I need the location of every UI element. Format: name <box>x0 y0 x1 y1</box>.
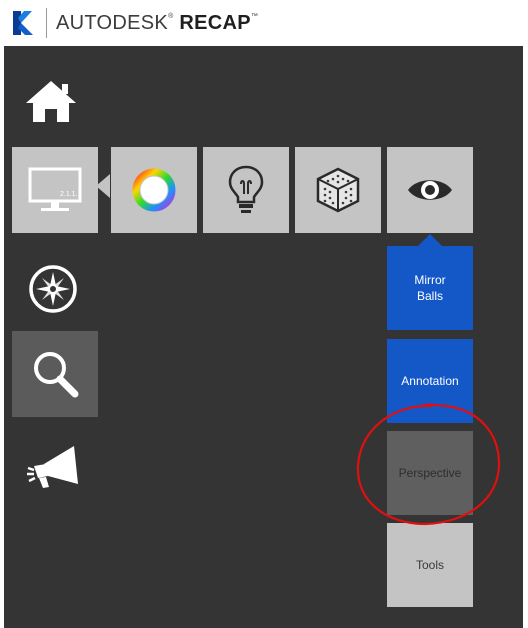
home-icon <box>26 81 76 122</box>
compass-icon <box>29 265 77 313</box>
lighting-button[interactable] <box>203 147 289 233</box>
title-separator <box>46 8 47 38</box>
monitor-icon: 2.1.1.1 <box>28 167 82 211</box>
menu-item-label: Tools <box>415 558 444 572</box>
menu-item-mirror-balls[interactable]: Mirror Balls <box>387 246 473 330</box>
menu-item-label: Mirror Balls <box>414 273 446 303</box>
menu-item-label: Perspective <box>398 466 462 480</box>
display-button[interactable]: 2.1.1.1 <box>12 147 98 233</box>
view-button[interactable] <box>387 147 473 233</box>
submenu-pointer-left <box>96 174 110 198</box>
product-name: RECAP <box>179 12 251 34</box>
title-bar: AUTODESK® RECAP™ <box>0 0 528 46</box>
search-button[interactable] <box>12 331 98 417</box>
display-badge: 2.1.1.1 <box>60 191 82 198</box>
submenu-pointer-up <box>418 234 442 246</box>
lightbulb-icon <box>228 165 264 213</box>
menu-item-annotation[interactable]: Annotation <box>387 339 473 423</box>
menu-item-tools[interactable]: Tools <box>387 523 473 607</box>
color-button[interactable] <box>111 147 197 233</box>
navigate-button[interactable] <box>24 260 82 318</box>
autodesk-logo-icon <box>13 11 33 35</box>
brand-name: AUTODESK <box>56 12 169 34</box>
app-title: AUTODESK® RECAP™ <box>56 12 259 34</box>
menu-item-perspective[interactable]: Perspective <box>387 431 473 515</box>
magnifier-icon <box>34 352 79 398</box>
announce-button[interactable] <box>24 444 84 490</box>
color-wheel-icon <box>132 168 176 212</box>
home-button[interactable] <box>24 78 78 124</box>
eye-icon <box>408 180 452 200</box>
menu-item-label: Annotation <box>401 374 459 388</box>
point-cloud-button[interactable] <box>295 147 381 233</box>
megaphone-icon <box>27 446 78 488</box>
cube-icon <box>316 167 360 213</box>
